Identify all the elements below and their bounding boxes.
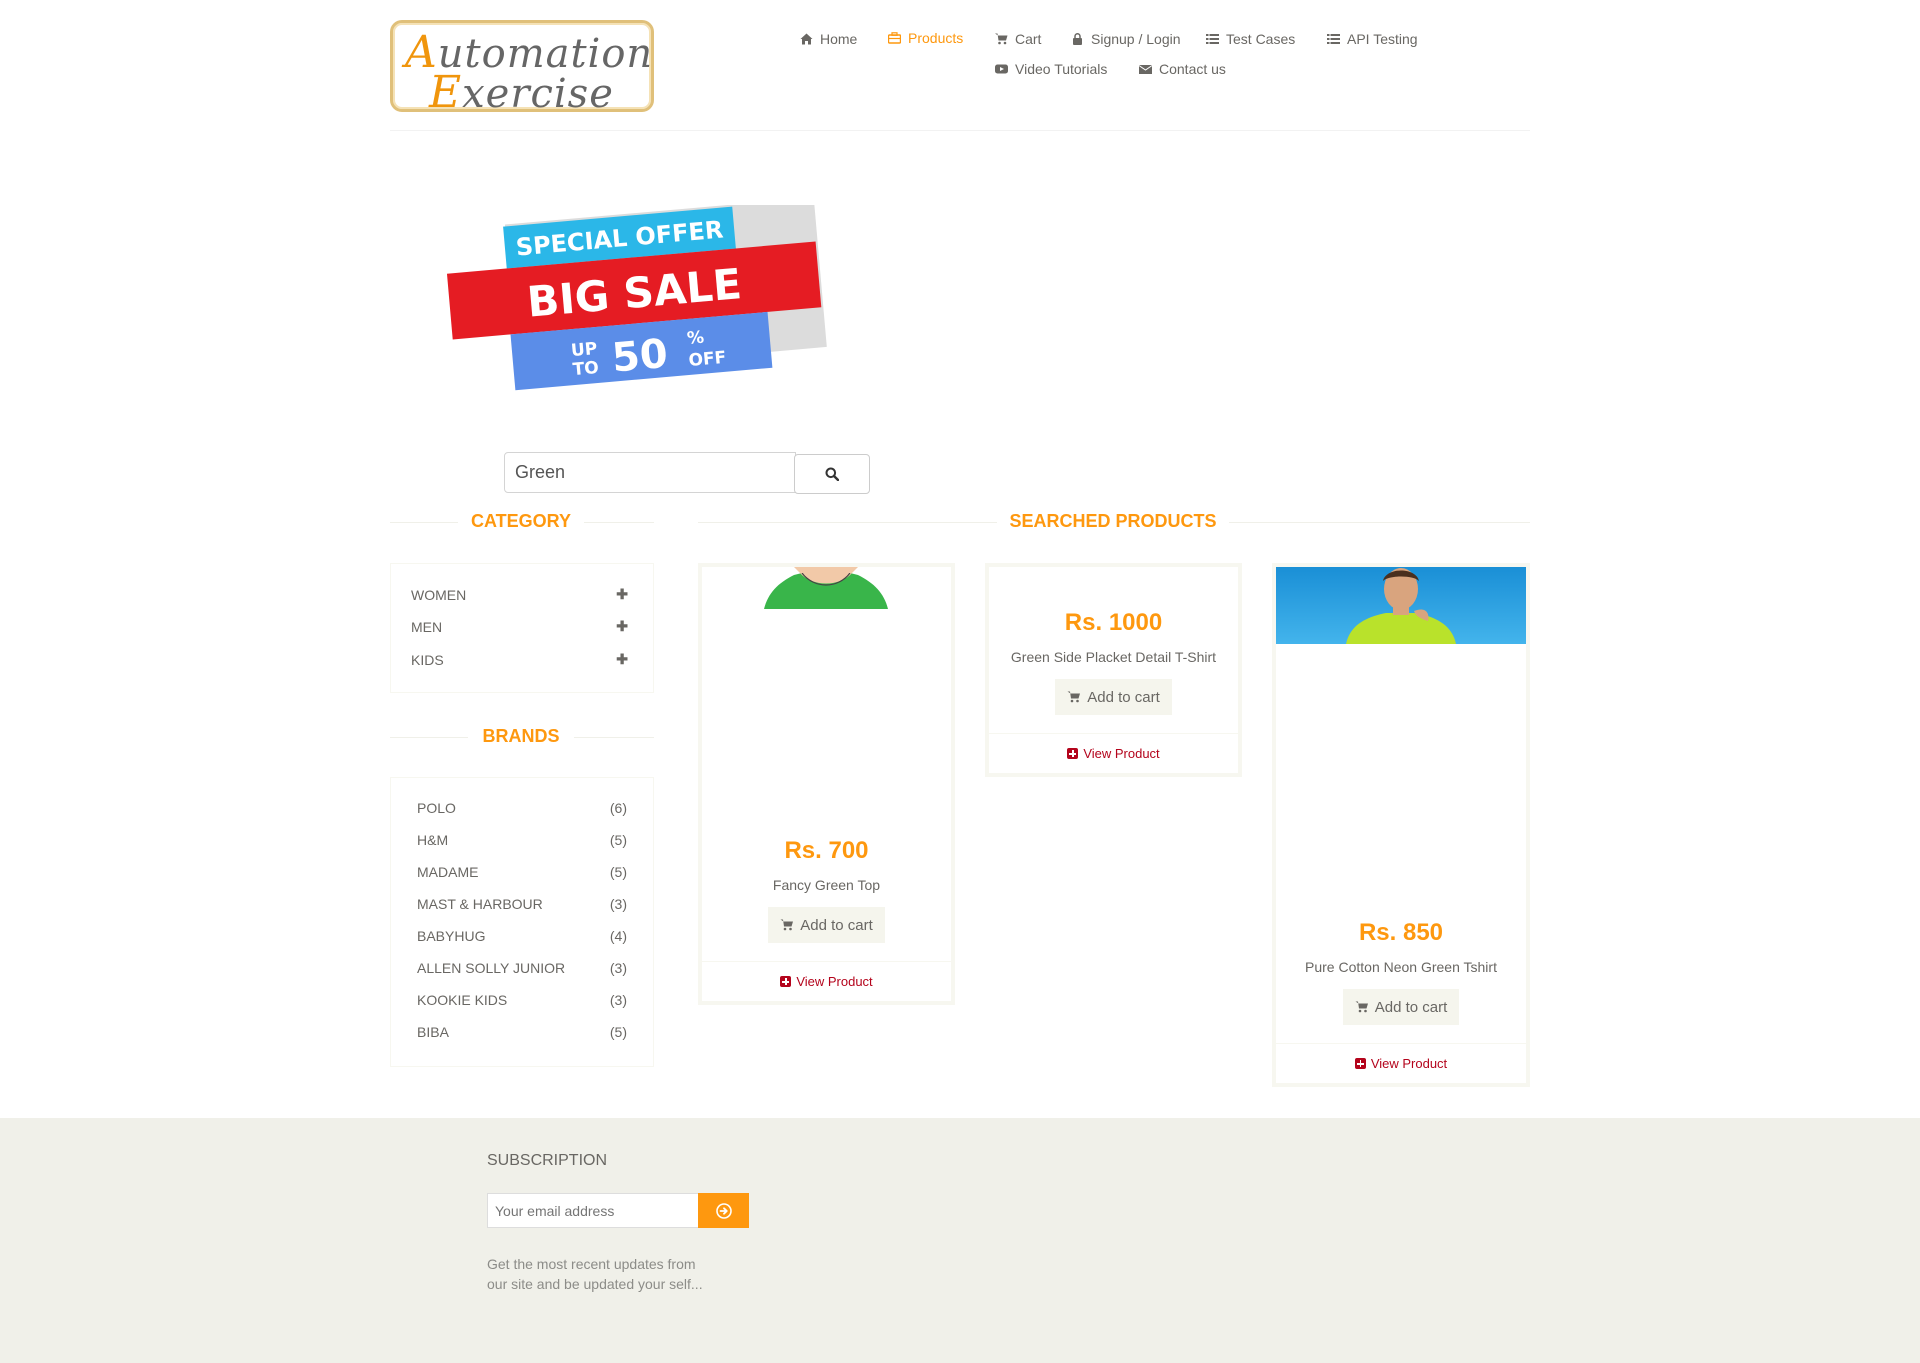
add-to-cart-button[interactable]: Add to cart bbox=[1055, 679, 1172, 715]
search-icon bbox=[825, 467, 839, 481]
special-offer-banner: SPECIAL OFFER BIG SALE UP TO 50 % OFF bbox=[446, 205, 827, 391]
search-button[interactable] bbox=[794, 454, 870, 494]
brand-item-babyhug[interactable]: BABYHUG (4) bbox=[417, 928, 627, 944]
plus-square-icon bbox=[780, 976, 792, 987]
brand-item-hm[interactable]: H&M (5) bbox=[417, 832, 627, 848]
arrow-circle-right-icon bbox=[715, 1202, 732, 1219]
brand-item-biba[interactable]: BIBA (5) bbox=[417, 1024, 627, 1040]
subscription-description: Get the most recent updates from our sit… bbox=[487, 1256, 703, 1292]
view-product-link[interactable]: View Product bbox=[1276, 1043, 1526, 1083]
brand-item-allen-solly-junior[interactable]: ALLEN SOLLY JUNIOR (3) bbox=[417, 960, 627, 976]
lock-icon bbox=[1073, 33, 1082, 45]
cart-icon bbox=[995, 33, 1008, 45]
nav-video-tutorials[interactable]: Video Tutorials bbox=[995, 61, 1107, 77]
add-to-cart-button[interactable]: Add to cart bbox=[1342, 989, 1460, 1025]
search-product-input[interactable] bbox=[504, 452, 796, 493]
category-item-men[interactable]: MEN ✚ bbox=[411, 618, 628, 635]
product-price: Rs. 1000 bbox=[1064, 609, 1163, 636]
product-name: Pure Cotton Neon Green Tshirt bbox=[1305, 959, 1497, 975]
product-card: Rs. 700 Fancy Green Top Add to cart View… bbox=[698, 563, 955, 1005]
plus-icon: ✚ bbox=[616, 618, 628, 634]
product-card: Rs. 1000 Green Side Placket Detail T-Shi… bbox=[985, 563, 1242, 777]
view-product-link[interactable]: View Product bbox=[702, 961, 951, 1001]
subscribe-email-input[interactable] bbox=[487, 1193, 699, 1228]
svg-text:TO: TO bbox=[572, 358, 600, 380]
brands-title: BRANDS bbox=[468, 726, 574, 747]
cart-icon bbox=[780, 919, 794, 931]
searched-products-title: SEARCHED PRODUCTS bbox=[997, 511, 1229, 532]
brand-count: (6) bbox=[609, 800, 627, 816]
envelope-icon bbox=[1139, 65, 1152, 74]
subscribe-button[interactable] bbox=[698, 1193, 749, 1228]
brand-count: (3) bbox=[609, 960, 627, 976]
footer-divider bbox=[375, 1117, 1545, 1118]
header-divider bbox=[390, 130, 1530, 131]
add-to-cart-button[interactable]: Add to cart bbox=[768, 907, 885, 943]
nav-contact-us[interactable]: Contact us bbox=[1139, 61, 1226, 77]
list-icon bbox=[1206, 34, 1219, 44]
brands-panel: POLO (6) H&M (5) MADAME (5) MAST & HARBOUR(… bbox=[390, 777, 654, 1067]
nav-api-testing[interactable]: API Testing bbox=[1327, 31, 1418, 47]
svg-text:OFF: OFF bbox=[688, 348, 727, 371]
nav-signup-login[interactable]: Signup / Login bbox=[1071, 31, 1181, 47]
product-name: Fancy Green Top bbox=[772, 877, 881, 893]
category-item-women[interactable]: WOMEN ✚ bbox=[411, 586, 628, 603]
plus-icon: ✚ bbox=[616, 651, 628, 667]
view-product-link[interactable]: View Product bbox=[989, 733, 1238, 773]
plus-square-icon bbox=[1354, 1058, 1366, 1069]
brand-count: (3) bbox=[609, 992, 627, 1008]
product-card: Rs. 850 Pure Cotton Neon Green Tshirt Ad… bbox=[1272, 563, 1530, 1087]
product-image bbox=[764, 567, 888, 609]
brand-count: (5) bbox=[609, 1024, 627, 1040]
brand-count: (5) bbox=[609, 864, 627, 880]
brand-count: (4) bbox=[609, 928, 627, 944]
brand-item-mast-harbour[interactable]: MAST & HARBOUR (3) bbox=[417, 896, 627, 912]
site-logo[interactable]: Automation Exercise bbox=[390, 20, 654, 118]
svg-text:50: 50 bbox=[610, 331, 669, 382]
category-item-kids[interactable]: KIDS ✚ bbox=[411, 651, 628, 668]
cart-icon bbox=[1067, 691, 1081, 703]
brand-count: (5) bbox=[609, 832, 627, 848]
plus-icon: ✚ bbox=[616, 586, 628, 602]
brand-item-kookie-kids[interactable]: KOOKIE KIDS (3) bbox=[417, 992, 627, 1008]
product-price: Rs. 850 bbox=[1358, 919, 1444, 946]
list-icon bbox=[1327, 34, 1340, 44]
svg-text:%: % bbox=[686, 328, 705, 349]
youtube-play-icon bbox=[995, 64, 1008, 74]
product-price: Rs. 700 bbox=[784, 837, 869, 864]
brand-item-polo[interactable]: POLO (6) bbox=[417, 800, 627, 816]
product-name: Green Side Placket Detail T-Shirt bbox=[1010, 649, 1217, 665]
subscription-title: SUBSCRIPTION bbox=[487, 1152, 608, 1169]
plus-square-icon bbox=[1067, 748, 1079, 759]
home-icon bbox=[800, 33, 813, 45]
footer bbox=[0, 1118, 1920, 1363]
nav-home[interactable]: Home bbox=[800, 31, 857, 47]
category-panel: WOMEN ✚ MEN ✚ KIDS ✚ bbox=[390, 563, 654, 693]
nav-test-cases[interactable]: Test Cases bbox=[1206, 31, 1295, 47]
products-icon bbox=[888, 32, 901, 44]
nav-products[interactable]: Products bbox=[888, 30, 963, 46]
nav-cart[interactable]: Cart bbox=[995, 31, 1041, 47]
category-title: CATEGORY bbox=[458, 511, 584, 532]
product-image bbox=[1276, 567, 1526, 644]
brand-count: (3) bbox=[609, 896, 627, 912]
cart-icon bbox=[1355, 1001, 1368, 1013]
brand-item-madame[interactable]: MADAME (5) bbox=[417, 864, 627, 880]
